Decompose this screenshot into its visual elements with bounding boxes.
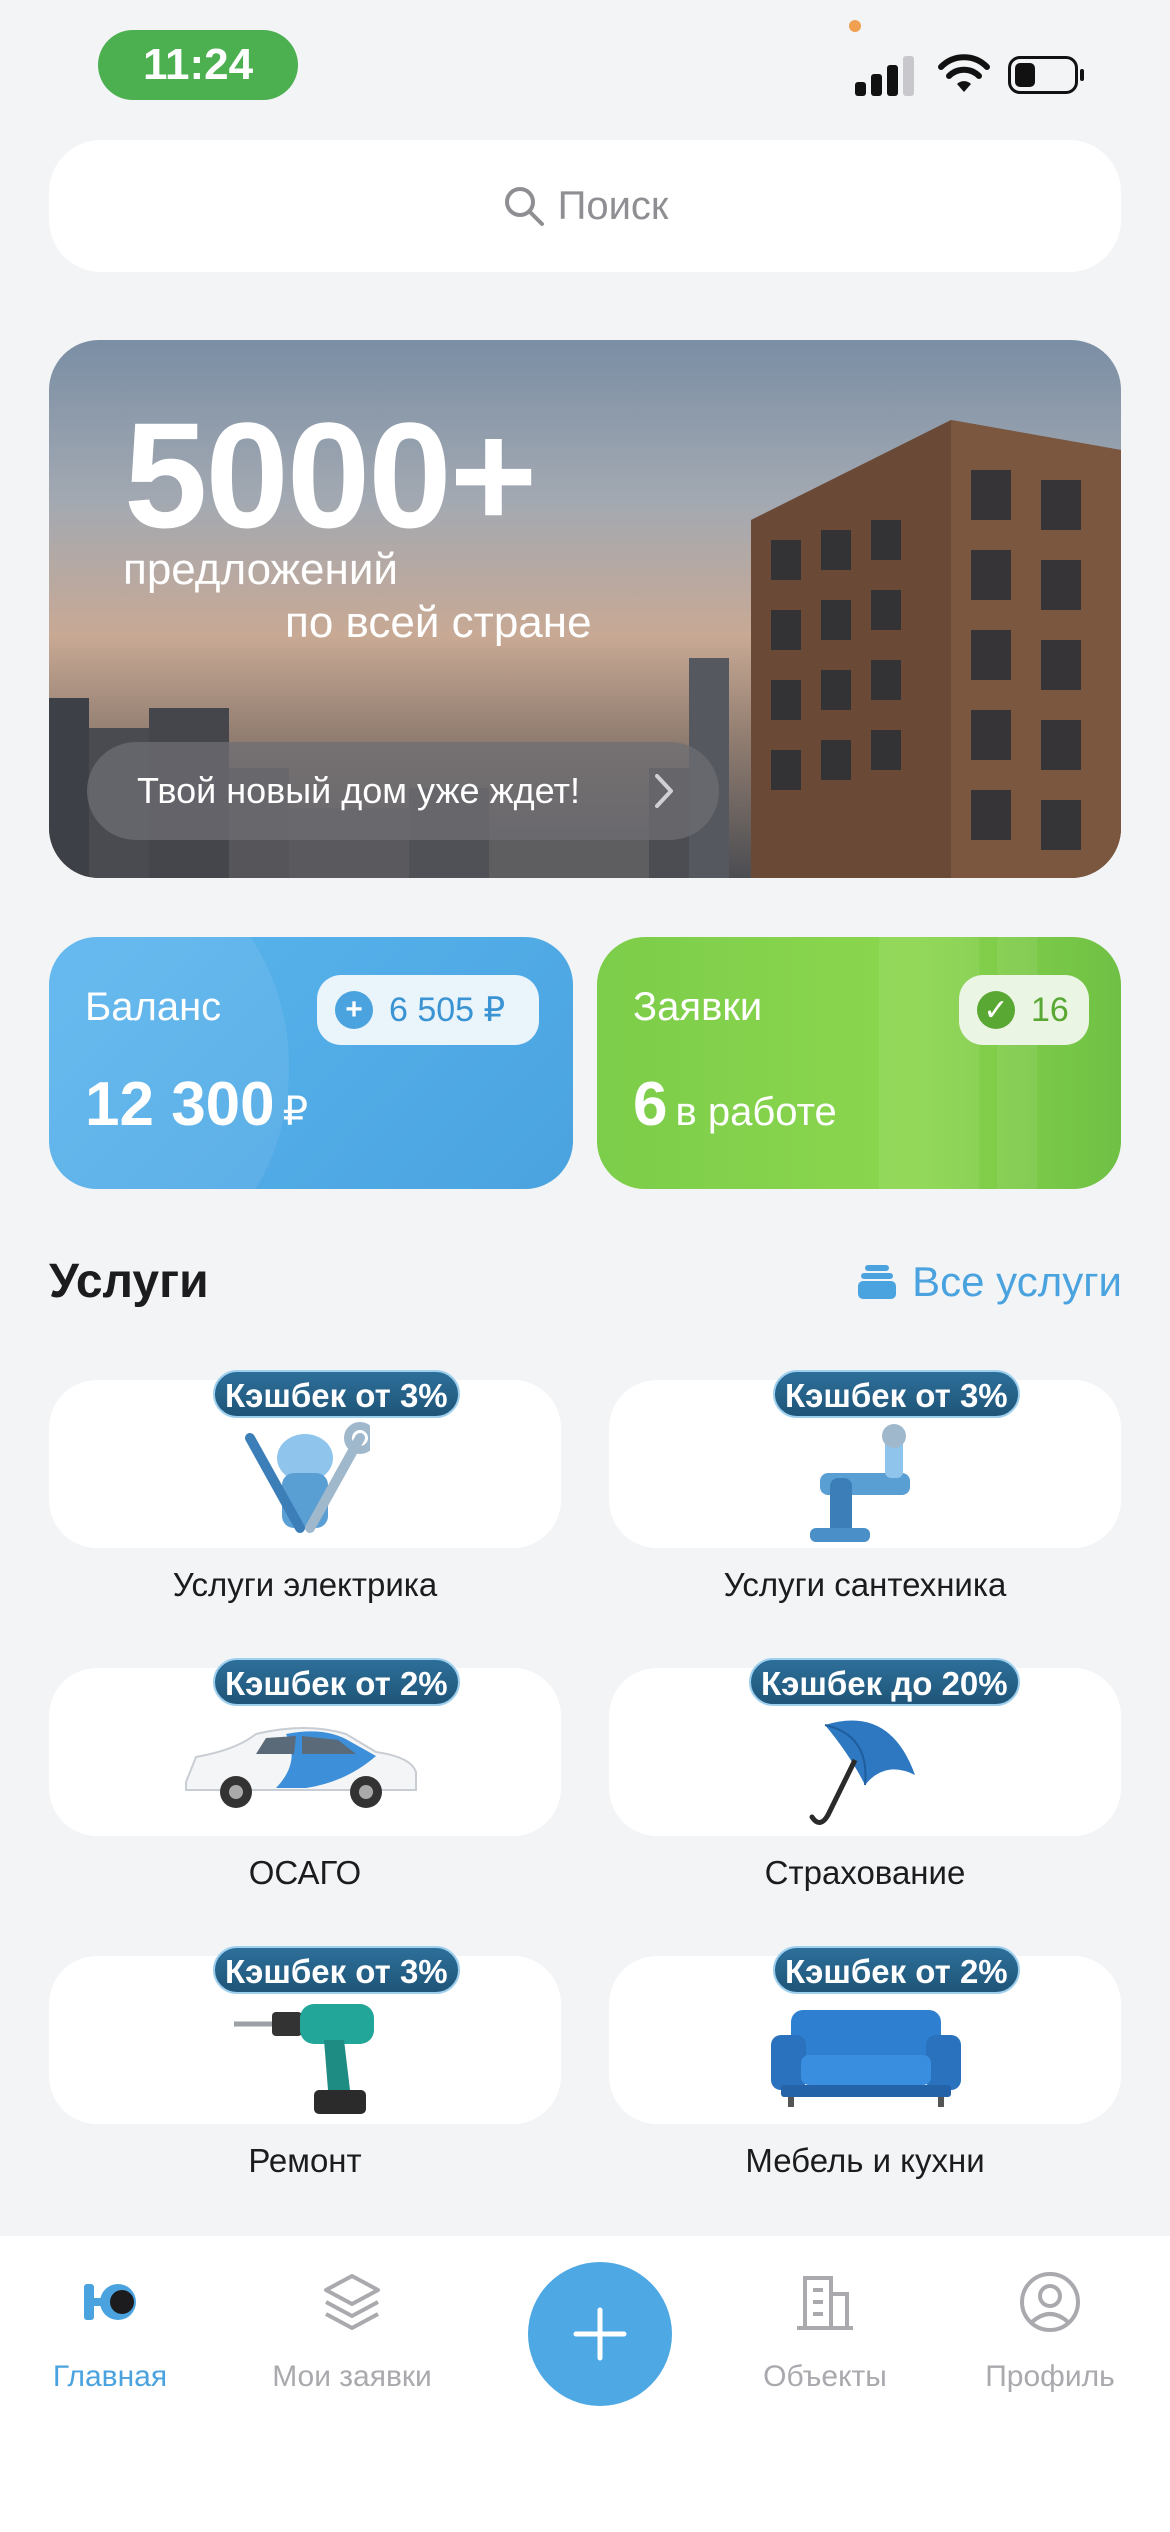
nav-label: Объекты: [763, 2360, 887, 2393]
cashback-badge: Кэшбек от 3%: [213, 1946, 460, 1994]
promo-banner[interactable]: 5000+ предложений по всей стране Твой но…: [49, 340, 1121, 878]
orders-label: Заявки: [633, 985, 763, 1029]
nav-my-orders[interactable]: Мои заявки: [252, 2270, 452, 2394]
chevron-right-icon: [655, 774, 673, 808]
battery-icon: [1008, 56, 1084, 94]
nav-home[interactable]: Главная: [40, 2270, 180, 2394]
check-circle-icon: ✓: [977, 991, 1015, 1029]
balance-amount: 12 300 ₽: [85, 1070, 309, 1139]
search-placeholder: Поиск: [557, 183, 669, 228]
banner-subtitle-1: предложений: [123, 545, 398, 594]
electrician-tools-icon: [245, 1422, 370, 1533]
nav-profile[interactable]: Профиль: [970, 2270, 1130, 2394]
banner-subtitle-2: по всей стране: [285, 598, 592, 647]
building-icon: [797, 2276, 853, 2330]
apartment-building-image: [751, 420, 1121, 878]
cashback-badge: Кэшбек до 20%: [749, 1658, 1020, 1706]
plumbing-pipe-icon: [810, 1424, 910, 1542]
time: 11:24: [98, 30, 298, 100]
plus-circle-icon: +: [335, 991, 373, 1029]
drill-icon: [234, 2004, 374, 2114]
privacy-indicator-dot: [849, 20, 861, 32]
search-icon: [504, 187, 544, 226]
service-label: Услуги сантехника: [723, 1566, 1007, 1603]
status-bar: 11:24: [0, 0, 1170, 140]
services-title: Услуги: [49, 1255, 209, 1308]
orders-in-progress: 6в работе: [633, 1070, 837, 1139]
cashback-badge: Кэшбек от 3%: [213, 1370, 460, 1418]
balance-card[interactable]: Баланс + 6 505 ₽ 12 300 ₽: [49, 937, 573, 1189]
nav-label: Мои заявки: [272, 2360, 432, 2393]
service-label: Мебель и кухни: [745, 2142, 985, 2179]
balance-topup-chip[interactable]: + 6 505 ₽: [317, 975, 539, 1045]
cashback-badge: Кэшбек от 2%: [213, 1658, 460, 1706]
service-label: Страхование: [764, 1854, 966, 1891]
all-services-label: Все услуги: [912, 1258, 1122, 1305]
banner-cta-button[interactable]: Твой новый дом уже ждет!: [87, 742, 719, 840]
service-label: Услуги электрика: [172, 1566, 438, 1603]
add-button[interactable]: [528, 2262, 672, 2406]
plus-icon: [573, 2307, 627, 2361]
stack-icon: [858, 1265, 897, 1299]
completed-orders-count: 16: [1031, 990, 1069, 1029]
service-label: ОСАГО: [248, 1854, 362, 1891]
cashback-badge: Кэшбек от 3%: [773, 1370, 1020, 1418]
cellular-signal-icon: [855, 54, 915, 96]
search-bar[interactable]: Поиск: [49, 140, 1121, 272]
nav-label: Профиль: [985, 2360, 1115, 2393]
service-label: Ремонт: [248, 2142, 362, 2179]
app-logo-icon: [84, 2284, 136, 2320]
completed-orders-chip[interactable]: ✓ 16: [959, 975, 1089, 1045]
balance-chip-value: 6 505 ₽: [389, 991, 506, 1029]
sofa-icon: [771, 2010, 961, 2107]
layers-icon: [324, 2274, 380, 2330]
umbrella-icon: [809, 1720, 915, 1825]
orders-card[interactable]: Заявки ✓ 16 6в работе: [597, 937, 1121, 1189]
profile-icon: [1020, 2272, 1080, 2332]
car-icon: [185, 1727, 417, 1808]
all-services-link[interactable]: Все услуги: [856, 1258, 1122, 1306]
banner-headline: 5000+: [124, 391, 537, 559]
cashback-badge: Кэшбек от 2%: [773, 1946, 1020, 1994]
nav-objects[interactable]: Объекты: [745, 2270, 905, 2394]
balance-label: Баланс: [85, 985, 222, 1029]
banner-cta-label: Твой новый дом уже ждет!: [137, 770, 580, 811]
nav-label: Главная: [52, 2360, 168, 2393]
wifi-icon: [938, 54, 990, 92]
